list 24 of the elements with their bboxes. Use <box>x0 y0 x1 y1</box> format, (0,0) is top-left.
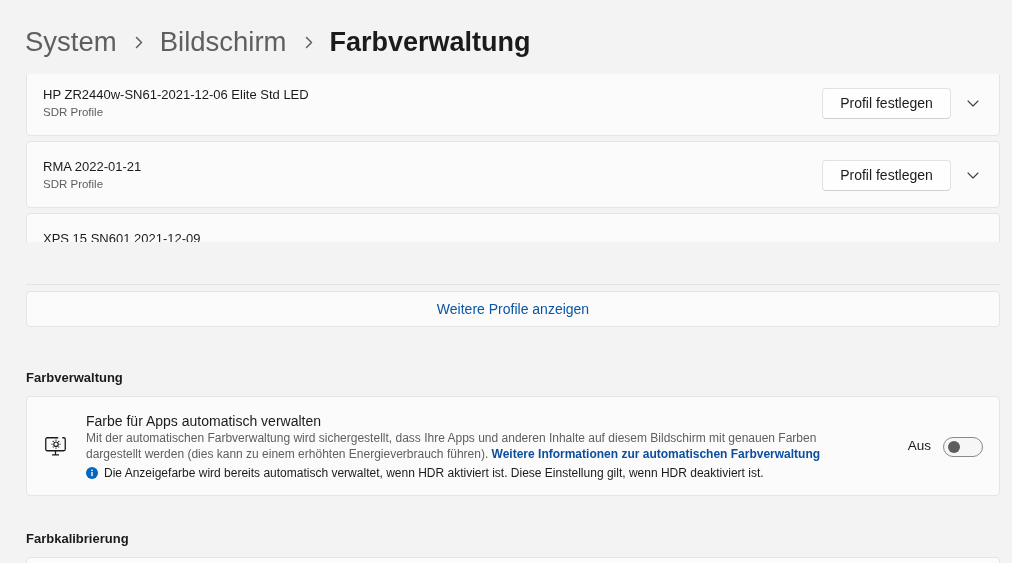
breadcrumb-link[interactable]: Bildschirm <box>159 24 287 60</box>
section-heading: Farbkalibrierung <box>26 530 130 548</box>
breadcrumb-link[interactable]: System <box>25 24 117 60</box>
monitor-sun-icon <box>45 437 66 456</box>
profile-type: SDR Profile <box>43 177 105 192</box>
show-more-profiles-button[interactable]: Weitere Profile anzeigen <box>26 291 1000 327</box>
chevron-down-icon[interactable] <box>967 171 979 179</box>
set-profile-button[interactable]: Profil festlegen <box>822 159 951 191</box>
set-profile-button[interactable]: Profil festlegen <box>822 87 951 119</box>
learn-more-link[interactable]: Weitere Informationen zur automatischen Farbverwaltung <box>491 447 821 461</box>
page-title: Farbverwaltung <box>329 26 531 59</box>
toggle-switch[interactable] <box>943 436 983 457</box>
profile-name: RMA 2022-01-21 <box>43 158 143 176</box>
info-icon <box>86 467 98 479</box>
chevron-down-icon[interactable] <box>967 99 979 107</box>
chevron-right-icon <box>134 35 143 49</box>
chevron-right-icon <box>304 35 313 49</box>
setting-title: Farbe für Apps automatisch verwalten <box>86 412 322 430</box>
setting-description: Mit der automatischen Farbverwaltung wird sichergestellt, dass Ihre Apps und anderen Inhalte auf diesem Bildschirm mit genauen Farben dargestellt werden (dies kann zu einem erhöhten Energieverbrauch führen). Weitere Informationen zur automatischen Farbverwaltung <box>86 430 822 462</box>
info-note: Die Anzeigefarbe wird bereits automatisch verwaltet, wenn HDR aktiviert ist. Diese Einstellung gilt, wenn HDR deaktiviert ist. <box>104 465 764 481</box>
toggle-state-label: Aus <box>907 437 931 456</box>
section-heading: Farbverwaltung <box>26 369 124 387</box>
profile-name: HP ZR2440w-SN61-2021-12-06 Elite Std LED <box>43 86 310 104</box>
profile-type: SDR Profile <box>43 105 105 120</box>
